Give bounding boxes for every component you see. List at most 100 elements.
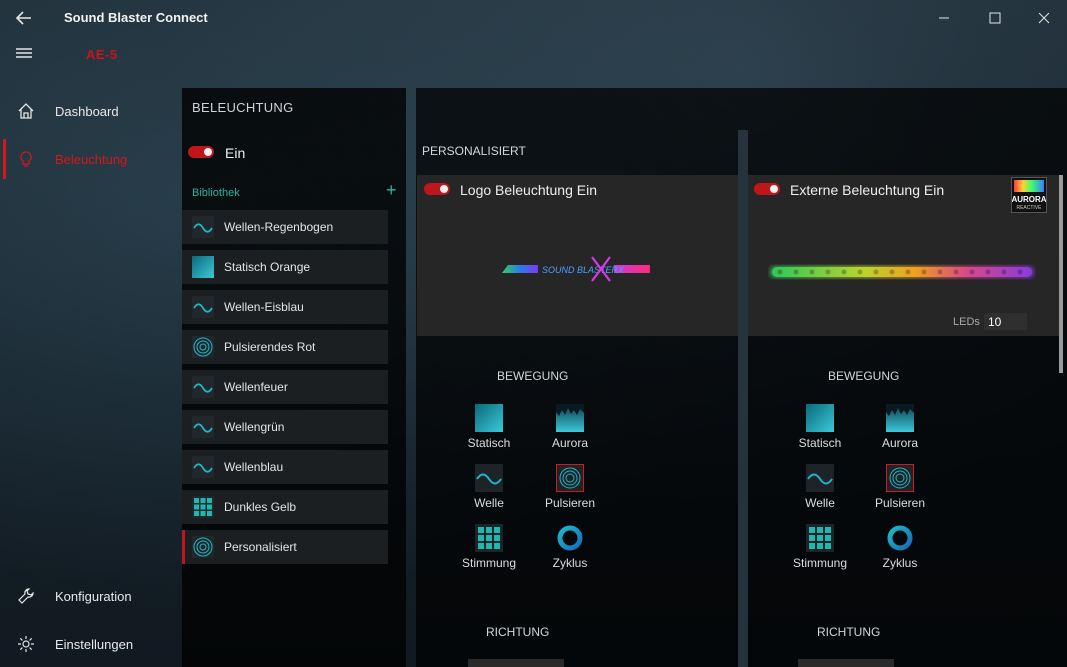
aurora-reactive-logo: AURORA REACTIVE: [1011, 177, 1047, 213]
movement-label-external: BEWEGUNG: [828, 369, 900, 383]
grid-icon: [192, 496, 214, 518]
move-caption: Zyklus: [552, 556, 588, 570]
move-wave-external[interactable]: Welle: [788, 464, 852, 524]
svg-text:AURORA: AURORA: [1012, 195, 1046, 204]
pulse-icon: [192, 336, 214, 358]
move-caption: Welle: [474, 496, 504, 510]
library-item[interactable]: Dunkles Gelb: [182, 490, 388, 524]
move-aurora-external[interactable]: Aurora: [868, 404, 932, 464]
logo-lighting-toggle[interactable]: [424, 183, 450, 195]
add-preset-icon[interactable]: +: [386, 180, 397, 201]
move-static-external[interactable]: Statisch: [788, 404, 852, 464]
library-item-label: Personalisiert: [224, 540, 297, 554]
column-divider: [738, 130, 748, 667]
library-item[interactable]: Wellenblau: [182, 450, 388, 484]
library-item[interactable]: Wellenfeuer: [182, 370, 388, 404]
library-item[interactable]: Statisch Orange: [182, 250, 388, 284]
scrollbar[interactable]: [1059, 175, 1063, 373]
library-item-label: Statisch Orange: [224, 260, 311, 274]
library-item[interactable]: Wellen-Regenbogen: [182, 210, 388, 244]
direction-select-external[interactable]: [798, 659, 894, 667]
hamburger-menu-icon[interactable]: [14, 45, 34, 61]
move-caption: Pulsieren: [874, 496, 926, 510]
lighting-toggle[interactable]: [188, 146, 214, 158]
static-icon: [192, 256, 214, 278]
library-item-label: Wellengrün: [224, 420, 285, 434]
static-icon: [806, 404, 834, 432]
grid-icon: [806, 524, 834, 552]
soundblaster-logo: SOUND BLASTERX: [502, 256, 650, 282]
title-bar: Sound Blaster Connect: [0, 0, 1067, 36]
library-item-label: Wellenblau: [224, 460, 284, 474]
nav-konfiguration[interactable]: Konfiguration: [0, 574, 182, 618]
library-item-label: Wellenfeuer: [224, 380, 288, 394]
move-wave-logo[interactable]: Welle: [457, 464, 521, 524]
library-item-label: Dunkles Gelb: [224, 500, 297, 514]
move-pulse-external[interactable]: Pulsieren: [868, 464, 932, 524]
move-static-logo[interactable]: Statisch: [457, 404, 521, 464]
leds-label: LEDs: [953, 316, 980, 328]
library-item[interactable]: Wellen-Eisblau: [182, 290, 388, 324]
svg-text:REACTIVE: REACTIVE: [1016, 205, 1042, 211]
direction-label-logo: RICHTUNG: [486, 625, 550, 639]
lightbulb-icon: [20, 151, 32, 167]
grid-icon: [475, 524, 503, 552]
library-item-label: Wellen-Eisblau: [224, 300, 304, 314]
nav-dashboard[interactable]: Dashboard: [0, 89, 182, 133]
move-mood-logo[interactable]: Stimmung: [457, 524, 521, 584]
move-caption: Aurora: [551, 436, 589, 450]
minimize-button[interactable]: [921, 6, 967, 30]
panel-title: BELEUCHTUNG: [192, 100, 294, 115]
nav-konfiguration-label: Konfiguration: [55, 588, 132, 604]
move-caption: Statisch: [798, 436, 842, 450]
nav-beleuchtung-label: Beleuchtung: [55, 151, 128, 167]
move-mood-external[interactable]: Stimmung: [788, 524, 852, 584]
library-section-label: Bibliothek: [192, 187, 240, 199]
library-panel: BELEUCHTUNG Ein Bibliothek + Wellen-Rege…: [182, 88, 406, 667]
move-aurora-logo[interactable]: Aurora: [538, 404, 602, 464]
external-lighting-title: Externe Beleuchtung Ein: [790, 182, 945, 198]
wave-icon: [192, 296, 214, 318]
move-caption: Aurora: [881, 436, 919, 450]
nav-beleuchtung[interactable]: Beleuchtung: [0, 137, 182, 181]
library-item-label: Wellen-Regenbogen: [224, 220, 334, 234]
close-button[interactable]: [1021, 6, 1067, 30]
device-name: AE-5: [86, 47, 118, 62]
wave-icon: [192, 416, 214, 438]
lighting-toggle-label: Ein: [225, 145, 246, 161]
wave-icon: [192, 376, 214, 398]
wrench-icon: [18, 588, 34, 604]
gear-icon: [18, 636, 34, 652]
svg-text:SOUND BLASTERX: SOUND BLASTERX: [542, 265, 625, 275]
cycle-icon: [887, 525, 913, 551]
logo-lighting-title: Logo Beleuchtung Ein: [460, 182, 597, 198]
maximize-button[interactable]: [972, 6, 1018, 30]
pulse-icon: [556, 464, 584, 492]
aurora-icon: [556, 404, 584, 432]
move-pulse-logo[interactable]: Pulsieren: [538, 464, 602, 524]
move-caption: Statisch: [467, 436, 511, 450]
led-strip-preview: [770, 266, 1034, 278]
wave-icon: [192, 456, 214, 478]
direction-select-logo[interactable]: [468, 659, 564, 667]
back-arrow-icon[interactable]: [14, 8, 34, 28]
nav-einstellungen-label: Einstellungen: [55, 636, 134, 652]
pulse-icon: [192, 536, 214, 558]
nav-einstellungen[interactable]: Einstellungen: [0, 622, 182, 666]
library-item[interactable]: Pulsierendes Rot: [182, 330, 388, 364]
nav-dashboard-label: Dashboard: [55, 103, 119, 119]
move-caption: Stimmung: [461, 556, 517, 570]
movement-label-logo: BEWEGUNG: [497, 369, 569, 383]
move-caption: Zyklus: [882, 556, 918, 570]
wave-icon: [806, 464, 834, 492]
external-lighting-toggle[interactable]: [754, 183, 780, 195]
move-caption: Stimmung: [792, 556, 848, 570]
move-cycle-logo[interactable]: Zyklus: [538, 524, 602, 584]
wave-icon: [475, 464, 503, 492]
move-cycle-external[interactable]: Zyklus: [868, 524, 932, 584]
leds-value: 10: [988, 315, 1002, 329]
library-item-selected[interactable]: Personalisiert: [182, 530, 388, 564]
library-item[interactable]: Wellengrün: [182, 410, 388, 444]
cycle-icon: [557, 525, 583, 551]
home-icon: [18, 103, 34, 119]
